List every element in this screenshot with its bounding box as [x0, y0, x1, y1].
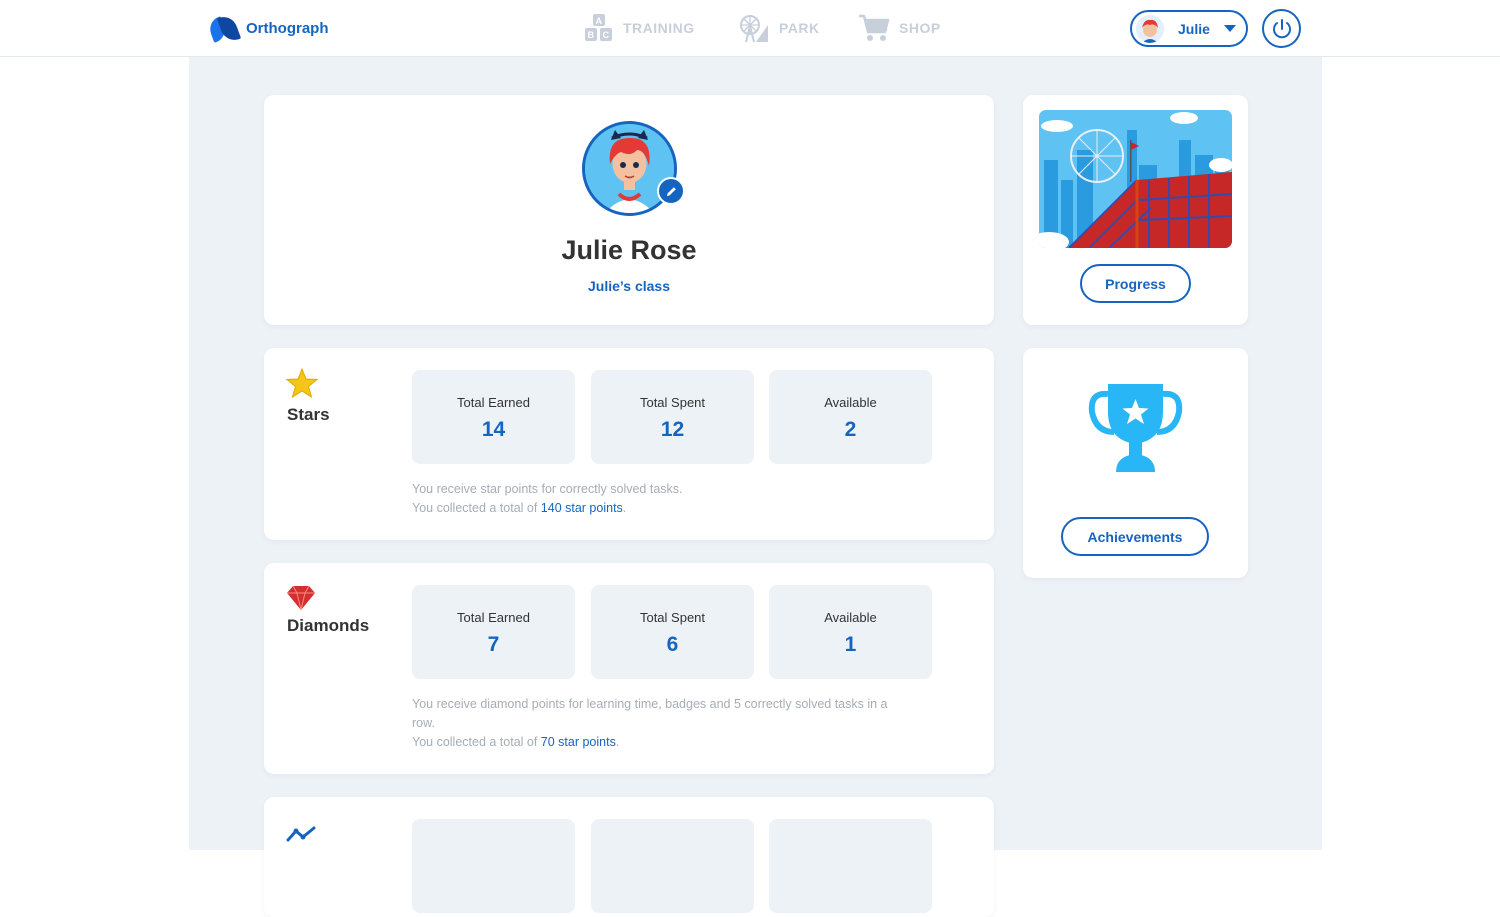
diamonds-note: You receive diamond points for learning …	[412, 695, 912, 752]
stat-total-earned: Total Earned 14	[412, 370, 575, 464]
app-logo[interactable]: Orthograph	[206, 12, 329, 44]
nav-training[interactable]: A B C TRAINING	[584, 12, 695, 44]
achievements-button[interactable]: Achievements	[1061, 517, 1209, 556]
progress-card: Progress	[1023, 95, 1248, 325]
note-line: You receive diamond points for learning …	[412, 697, 888, 730]
nav-shop[interactable]: SHOP	[858, 12, 941, 44]
top-bar: Orthograph A B C TRAINING PARK SHOP Juli…	[0, 0, 1500, 57]
stat-label: Total Spent	[639, 395, 706, 410]
stat-value: 7	[487, 633, 500, 656]
nav-shop-label: SHOP	[899, 20, 941, 36]
stat-value: 12	[660, 418, 685, 441]
logout-button[interactable]	[1262, 9, 1301, 48]
stat-label: Available	[824, 395, 877, 410]
note-line: You receive star points for correctly so…	[412, 482, 683, 496]
section-title: Stars	[287, 405, 330, 424]
svg-text:C: C	[603, 30, 610, 40]
orthograph-logo-icon	[206, 12, 242, 44]
stars-note: You receive star points for correctly so…	[412, 480, 912, 518]
edit-avatar-button[interactable]	[657, 177, 685, 205]
pencil-icon	[666, 186, 676, 196]
stat-value: 6	[666, 633, 679, 656]
profile-name: Julie Rose	[561, 235, 697, 265]
stat-available: Available 2	[769, 370, 932, 464]
points-total-link: 140 star points	[540, 501, 623, 515]
nav-training-label: TRAINING	[623, 20, 695, 36]
chevron-down-icon	[1224, 25, 1236, 32]
stat-label: Total Earned	[457, 610, 530, 625]
svg-text:A: A	[596, 16, 603, 26]
svg-text:B: B	[588, 30, 595, 40]
nav-park[interactable]: PARK	[738, 12, 820, 44]
nav-park-label: PARK	[779, 20, 820, 36]
stars-card: Stars Total Earned 14 Total Spent 12 Ava…	[264, 348, 994, 540]
achievements-card: Achievements	[1023, 348, 1248, 578]
profile-class-link[interactable]: Julie’s class	[264, 278, 994, 294]
stat-label: Total Spent	[639, 610, 706, 625]
abc-blocks-icon: A B C	[585, 14, 612, 41]
stat-box	[412, 819, 575, 913]
star-icon	[286, 368, 318, 398]
ferris-wheel-icon	[740, 15, 768, 43]
power-icon	[1272, 18, 1291, 38]
diamond-icon	[287, 585, 315, 611]
app-name: Orthograph	[246, 19, 329, 37]
diamonds-card: Diamonds Total Earned 7 Total Spent 6 Av…	[264, 563, 994, 774]
points-total-link: 70 star points	[540, 735, 616, 749]
stat-box	[591, 819, 754, 913]
stat-box	[769, 819, 932, 913]
stat-label: Total Earned	[457, 395, 530, 410]
stat-value: 1	[844, 633, 857, 656]
trend-line-icon	[286, 826, 316, 842]
section-title: Diamonds	[287, 616, 370, 635]
note-line: You collected a total of 70 star points.	[412, 735, 620, 749]
stat-value: 2	[844, 418, 857, 441]
stat-value: 14	[481, 418, 506, 441]
stat-available: Available 1	[769, 585, 932, 679]
park-illustration	[1039, 110, 1232, 248]
user-menu-button[interactable]: Julie	[1130, 10, 1248, 47]
progress-button[interactable]: Progress	[1080, 264, 1191, 303]
profile-card: Julie Rose Julie’s class	[264, 95, 994, 325]
cart-icon	[859, 14, 890, 41]
learning-card	[264, 797, 994, 917]
stat-total-spent: Total Spent 12	[591, 370, 754, 464]
stat-total-spent: Total Spent 6	[591, 585, 754, 679]
user-name: Julie	[1178, 20, 1210, 37]
stat-total-earned: Total Earned 7	[412, 585, 575, 679]
note-line: You collected a total of 140 star points…	[412, 501, 627, 515]
stat-label: Available	[824, 610, 877, 625]
avatar	[1136, 14, 1164, 43]
trophy-icon	[1088, 384, 1183, 472]
